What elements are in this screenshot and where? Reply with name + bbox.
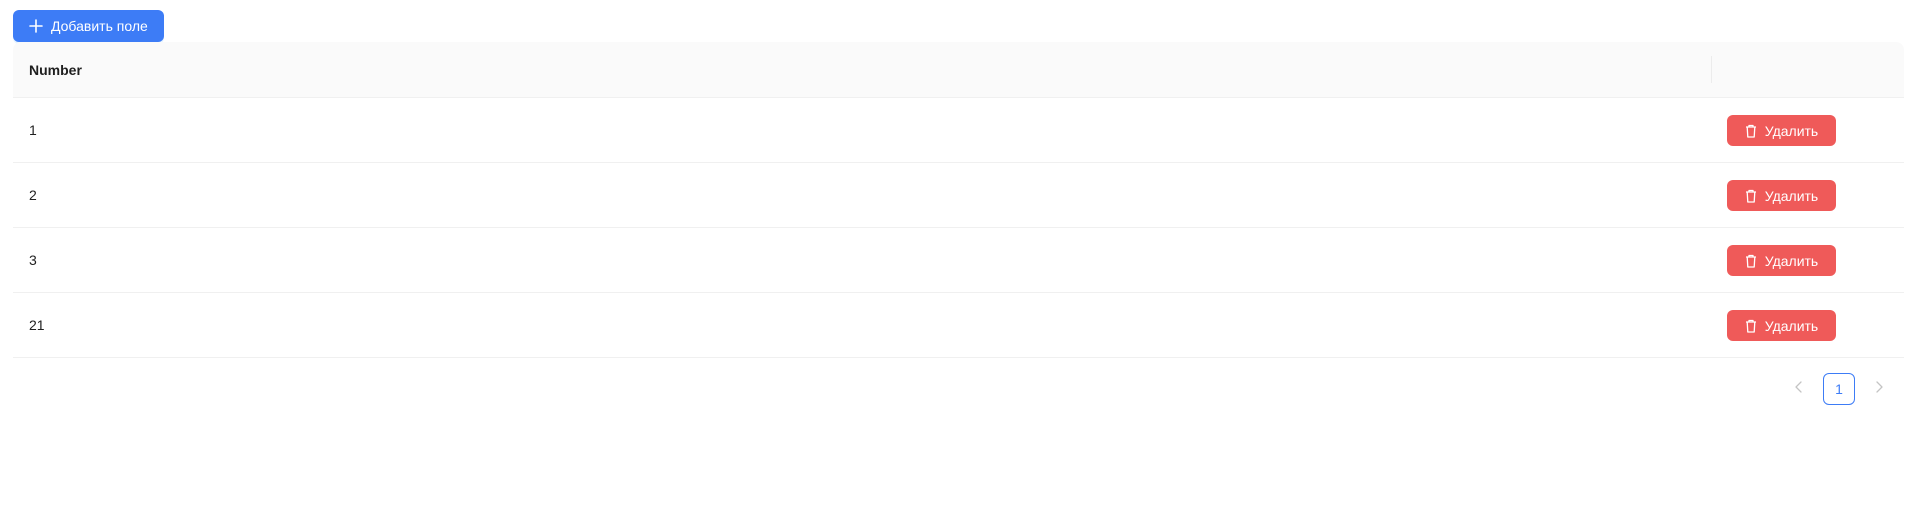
column-header-number: Number [29, 61, 82, 78]
cell-number: 21 [29, 317, 45, 333]
cell-number: 1 [29, 122, 37, 138]
table-row: 1 Удалить [13, 98, 1904, 163]
page-item-current[interactable]: 1 [1823, 373, 1855, 405]
table-row: 21 Удалить [13, 293, 1904, 358]
delete-button[interactable]: Удалить [1727, 180, 1836, 211]
trash-icon [1745, 124, 1757, 138]
trash-icon [1745, 254, 1757, 268]
delete-button[interactable]: Удалить [1727, 115, 1836, 146]
delete-label: Удалить [1764, 317, 1819, 334]
delete-label: Удалить [1764, 122, 1819, 139]
column-divider [1711, 56, 1712, 83]
table-row: 2 Удалить [13, 163, 1904, 228]
trash-icon [1745, 189, 1757, 203]
delete-label: Удалить [1764, 187, 1819, 204]
data-table: Number 1 Удалить 2 Удалить 3 Удалить 21 … [13, 42, 1904, 358]
pagination: 1 [1783, 373, 1895, 405]
cell-number: 3 [29, 252, 37, 268]
add-field-button[interactable]: Добавить поле [13, 10, 164, 42]
prev-page-button[interactable] [1783, 373, 1815, 405]
chevron-right-icon [1874, 380, 1884, 398]
delete-label: Удалить [1764, 252, 1819, 269]
next-page-button[interactable] [1863, 373, 1895, 405]
chevron-left-icon [1794, 380, 1804, 398]
delete-button[interactable]: Удалить [1727, 310, 1836, 341]
trash-icon [1745, 319, 1757, 333]
cell-number: 2 [29, 187, 37, 203]
page: Добавить поле Number 1 Удалить 2 Удалить… [0, 0, 1913, 530]
table-row: 3 Удалить [13, 228, 1904, 293]
add-field-label: Добавить поле [51, 18, 148, 34]
table-header: Number [13, 42, 1904, 98]
plus-icon [29, 19, 43, 33]
delete-button[interactable]: Удалить [1727, 245, 1836, 276]
